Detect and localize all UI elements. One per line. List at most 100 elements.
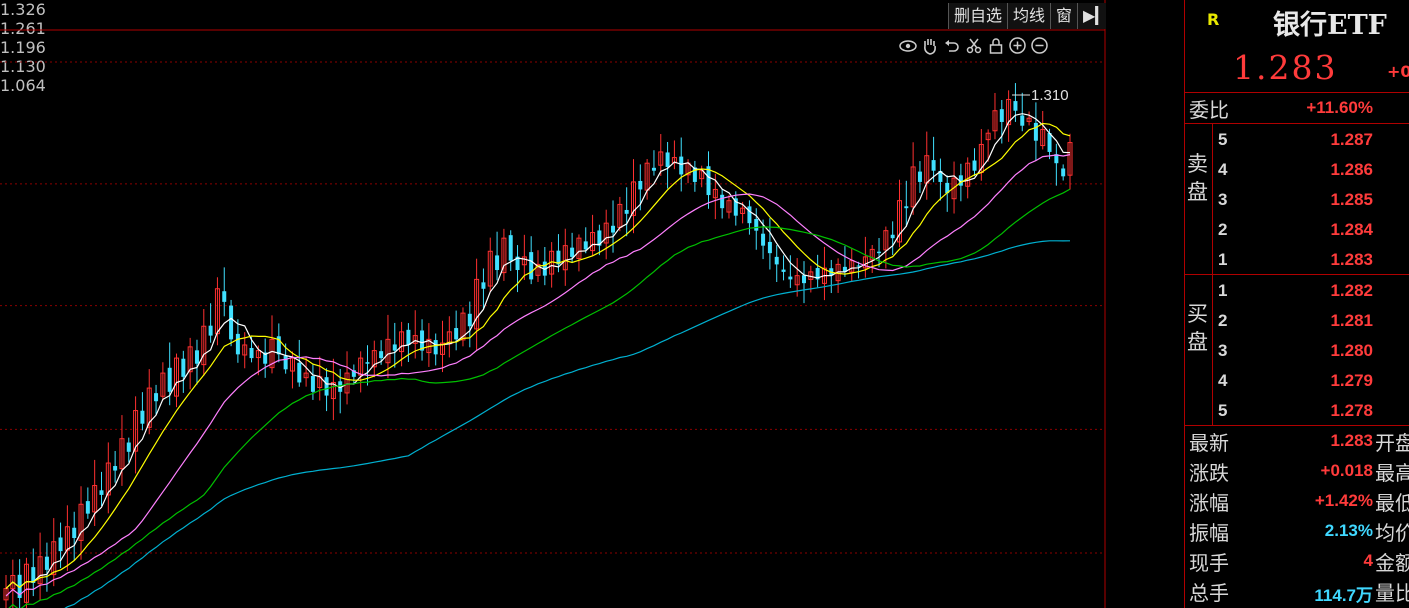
buy-4-price[interactable]: 1.279 xyxy=(1245,371,1373,391)
candle-down xyxy=(917,171,922,182)
eye-icon[interactable] xyxy=(898,36,917,55)
candle-down xyxy=(781,269,786,272)
candle-down xyxy=(747,206,752,224)
last-price: 1.283 xyxy=(1233,48,1338,87)
candle-down xyxy=(297,362,302,383)
sell-2-price[interactable]: 1.284 xyxy=(1245,220,1373,240)
buy-2-price[interactable]: 1.281 xyxy=(1245,311,1373,331)
candle-down xyxy=(583,241,588,250)
ma5-line xyxy=(5,113,1071,590)
candle-down xyxy=(99,490,104,495)
window-button[interactable]: 窗 xyxy=(1049,3,1077,29)
sell-side-label: 卖盘 xyxy=(1187,152,1208,204)
candle-down xyxy=(222,291,227,302)
candle-down xyxy=(310,376,315,392)
candle-down xyxy=(365,362,370,364)
sell-1-price[interactable]: 1.283 xyxy=(1245,250,1373,270)
candle-down xyxy=(283,356,288,370)
price-change: +0 xyxy=(1387,62,1409,81)
sell-2-level: 2 xyxy=(1218,220,1228,239)
candle-down xyxy=(235,333,240,355)
candle-down xyxy=(58,537,63,552)
stat-tail-label: 量比 xyxy=(1375,581,1409,605)
stat-value: 114.7万 xyxy=(1314,586,1373,605)
candle-down xyxy=(249,347,254,359)
buy-3-price[interactable]: 1.280 xyxy=(1245,341,1373,361)
candle-down xyxy=(324,377,329,396)
buy-1-price[interactable]: 1.282 xyxy=(1245,281,1373,301)
candle-down xyxy=(44,556,49,570)
candle-down xyxy=(481,282,486,289)
sell-4-level: 4 xyxy=(1218,160,1228,179)
delete-watchlist-button[interactable]: 删自选 xyxy=(947,3,1007,29)
candle-down xyxy=(665,152,670,167)
candle-down xyxy=(508,235,513,261)
scissors-icon[interactable] xyxy=(964,36,983,55)
candle-down xyxy=(229,305,234,340)
wei-bi-value: +11.60% xyxy=(1306,98,1373,117)
candle-down xyxy=(802,275,806,284)
sell-5-price[interactable]: 1.287 xyxy=(1245,130,1373,150)
stat-value: 2.13% xyxy=(1324,521,1373,540)
candle-down xyxy=(167,367,172,392)
candle-down xyxy=(181,358,186,377)
kline-chart-area[interactable]: 1.310 删自选 均线 窗 ▶▎ 1.326 1.261 1.196 1.130 1.… xyxy=(0,0,1184,608)
candle-down xyxy=(85,501,90,514)
candle-down xyxy=(570,247,575,257)
candle-down xyxy=(454,328,459,340)
stat-tail-label: 开盘 xyxy=(1375,431,1409,455)
candle-down xyxy=(126,442,131,452)
wei-bi-label: 委比 xyxy=(1189,98,1229,122)
undo-icon[interactable] xyxy=(942,36,961,55)
candle-down xyxy=(754,219,759,231)
stat-label: 涨跌 xyxy=(1189,461,1229,485)
chart-toolbar: 删自选 均线 窗 ▶▎ xyxy=(947,3,1108,29)
stat-tail-label: 均价 xyxy=(1375,521,1409,545)
candle-down xyxy=(467,313,472,327)
collapse-panel-button[interactable]: ▶▎ xyxy=(1077,3,1108,29)
candle-down xyxy=(406,329,411,345)
stat-value: +1.42% xyxy=(1314,491,1373,510)
lock-icon[interactable] xyxy=(986,36,1005,55)
candle-down xyxy=(194,350,199,364)
candle-down xyxy=(972,160,977,171)
candle-down xyxy=(379,351,384,359)
candle-down xyxy=(433,340,438,355)
wei-bi-row: 委比 +11.60% xyxy=(1185,93,1409,123)
candle-down xyxy=(877,251,882,254)
buy-2-level: 2 xyxy=(1218,311,1228,330)
stat-value: +0.018 xyxy=(1320,461,1373,480)
candle-down xyxy=(140,410,145,424)
stat-value: 1.283 xyxy=(1330,431,1373,450)
sell-4-price[interactable]: 1.286 xyxy=(1245,160,1373,180)
stat-label: 总手 xyxy=(1189,581,1229,605)
candle-down xyxy=(761,233,766,246)
stat-label: 最新 xyxy=(1189,431,1229,455)
buy-side-label: 买盘 xyxy=(1187,302,1208,354)
quote-header: R 银行ETF 1.283 +0 xyxy=(1185,0,1409,92)
stat-label: 振幅 xyxy=(1189,521,1229,545)
candle-down xyxy=(651,167,656,171)
candle-down xyxy=(904,206,909,209)
stat-label: 涨幅 xyxy=(1189,491,1229,515)
zoom-in-icon[interactable] xyxy=(1008,36,1027,55)
candle-down xyxy=(624,209,629,214)
sell-1-level: 1 xyxy=(1218,250,1228,269)
sell-3-price[interactable]: 1.285 xyxy=(1245,190,1373,210)
candle-down xyxy=(679,156,684,175)
buy-3-level: 3 xyxy=(1218,341,1228,360)
hand-icon[interactable] xyxy=(920,36,939,55)
zoom-out-icon[interactable] xyxy=(1030,36,1049,55)
sell-5-level: 5 xyxy=(1218,130,1228,149)
candle-down xyxy=(113,466,118,471)
candle-down xyxy=(529,252,534,280)
candle-down xyxy=(611,225,616,233)
candle-down xyxy=(767,241,772,254)
kline-chart[interactable]: 1.310 xyxy=(0,0,1184,608)
stat-tail-label: 最低 xyxy=(1375,491,1409,515)
candle-down xyxy=(1047,132,1052,152)
buy-5-level: 5 xyxy=(1218,401,1228,420)
ma-lines-button[interactable]: 均线 xyxy=(1006,3,1050,29)
buy-5-price[interactable]: 1.278 xyxy=(1245,401,1373,421)
candle-down xyxy=(1020,115,1025,126)
